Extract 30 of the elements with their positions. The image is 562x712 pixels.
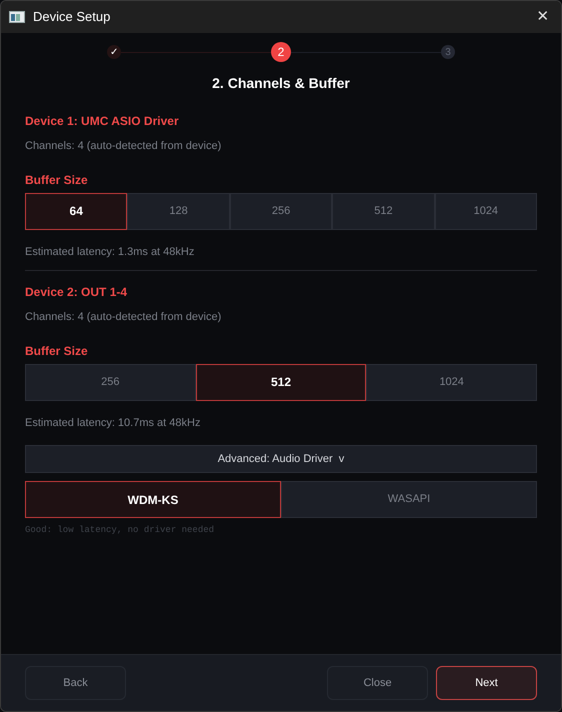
close-button[interactable]: ✕ bbox=[525, 1, 561, 33]
back-button[interactable]: Back bbox=[25, 666, 126, 700]
latency-text: Estimated latency: 1.3ms at 48kHz bbox=[25, 244, 196, 260]
buffer-size-option[interactable]: 256 bbox=[25, 364, 196, 400]
buffer-size-option[interactable]: 512 bbox=[196, 364, 366, 400]
step-heading: 2. Channels & Buffer bbox=[211, 74, 351, 93]
device-name: Device 1: UMC ASIO Driver bbox=[25, 113, 180, 130]
buffer-size-option[interactable]: 256 bbox=[230, 192, 332, 230]
driver-option[interactable]: WASAPI bbox=[281, 481, 537, 518]
next-button[interactable]: Next bbox=[436, 666, 537, 700]
step-indicator: 3 bbox=[441, 45, 455, 59]
buffer-size-label: Buffer Size bbox=[25, 172, 89, 188]
channels-text: Channels: 4 (auto-detected from device) bbox=[25, 139, 222, 154]
window-title: Device Setup bbox=[33, 8, 110, 26]
buffer-size-option[interactable]: 512 bbox=[332, 192, 435, 230]
advanced-toggle-button[interactable]: Advanced: Audio Driver v bbox=[25, 445, 537, 473]
app-icon bbox=[9, 11, 25, 23]
buffer-size-label: Buffer Size bbox=[25, 342, 89, 360]
driver-hint: Good: low latency, no driver needed bbox=[25, 524, 216, 537]
close-button[interactable]: Close bbox=[327, 666, 428, 700]
buffer-size-option[interactable]: 1024 bbox=[366, 364, 538, 400]
latency-text: Estimated latency: 10.7ms at 48kHz bbox=[25, 416, 202, 430]
buffer-size-option[interactable]: 1024 bbox=[434, 192, 538, 230]
step-indicator: 2 bbox=[271, 42, 291, 62]
channels-text: Channels: 4 (auto-detected from device) bbox=[25, 310, 222, 325]
buffer-size-option[interactable]: 64 bbox=[25, 192, 128, 230]
driver-option[interactable]: WDM-KS bbox=[25, 481, 281, 518]
buffer-size-option[interactable]: 128 bbox=[127, 192, 230, 230]
step-indicator: ✓ bbox=[107, 45, 121, 59]
device-name: Device 2: OUT 1-4 bbox=[25, 284, 128, 301]
